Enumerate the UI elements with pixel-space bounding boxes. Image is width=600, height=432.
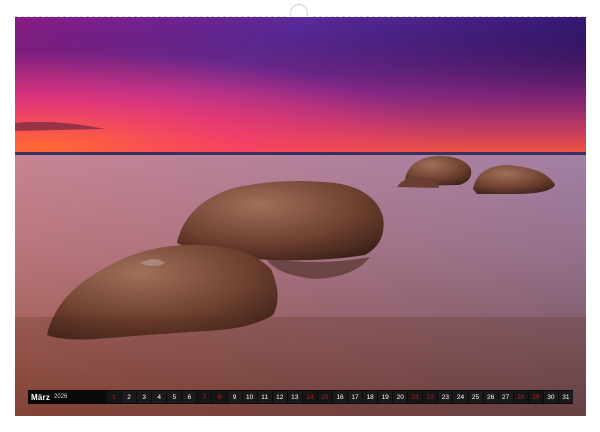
day-cell: 14: [302, 391, 317, 403]
day-cell: 7: [197, 391, 212, 403]
day-cell: 15: [317, 391, 332, 403]
day-number: 10: [245, 393, 254, 401]
day-cell: 27: [498, 391, 513, 403]
day-number: 17: [351, 393, 359, 401]
day-cell: 25: [468, 391, 483, 403]
day-cell: 16: [332, 391, 347, 403]
day-number: 1: [112, 393, 116, 401]
day-number: 14: [306, 393, 314, 401]
calendar-strip: März 2026 1 2 3 4 5 6 7 8 9 10 11 12 13 14 15 16 17 18 19 2…: [28, 390, 573, 404]
day-cell: 29: [528, 391, 543, 403]
day-cell: 30: [543, 391, 558, 403]
day-cell: 4: [152, 391, 167, 403]
day-cell: 1: [107, 391, 122, 403]
calendar-photo: [15, 17, 586, 416]
day-cell: 23: [438, 391, 453, 403]
day-number: 5: [172, 393, 177, 401]
day-cell: 22: [423, 391, 438, 403]
day-cell: 31: [558, 391, 573, 403]
day-cell: 20: [393, 391, 408, 403]
day-number: 20: [396, 393, 404, 401]
day-cell: 6: [182, 391, 197, 403]
day-cell: 28: [513, 391, 528, 403]
day-number: 4: [157, 393, 162, 401]
day-number: 22: [426, 393, 434, 401]
day-cell: 11: [257, 391, 272, 403]
day-cell: 8: [212, 391, 227, 403]
day-cells: 1 2 3 4 5 6 7 8 9 10 11 12 13 14 15 16 17 18 19 20 21 22 23 24 2…: [107, 391, 573, 403]
day-cell: 5: [167, 391, 182, 403]
day-number: 18: [366, 393, 374, 401]
day-cell: 19: [378, 391, 393, 403]
day-number: 29: [532, 393, 540, 401]
day-cell: 18: [363, 391, 378, 403]
day-cell: 26: [483, 391, 498, 403]
day-cell: 10: [242, 391, 257, 403]
day-number: 30: [547, 393, 555, 401]
day-cell: 21: [408, 391, 423, 403]
seascape-image: [15, 17, 586, 416]
day-number: 8: [217, 393, 222, 401]
day-cell: 2: [122, 391, 137, 403]
day-number: 11: [261, 393, 269, 401]
day-number: 12: [276, 393, 284, 401]
day-number: 9: [232, 393, 237, 401]
day-cell: 3: [137, 391, 152, 403]
day-number: 26: [486, 393, 495, 401]
day-cell: 12: [272, 391, 287, 403]
day-number: 16: [336, 393, 344, 401]
day-number: 31: [562, 393, 570, 401]
day-cell: 13: [287, 391, 302, 403]
month-name: März: [31, 392, 51, 402]
day-number: 15: [321, 393, 329, 401]
day-number: 7: [202, 393, 207, 401]
month-label: März 2026: [29, 391, 107, 403]
day-number: 19: [381, 393, 389, 401]
day-number: 23: [441, 393, 450, 401]
day-number: 27: [502, 393, 510, 401]
day-number: 2: [127, 393, 131, 401]
day-number: 28: [517, 393, 525, 401]
year-label: 2026: [54, 394, 68, 400]
day-number: 21: [411, 393, 419, 401]
day-cell: 24: [453, 391, 468, 403]
day-number: 24: [456, 393, 465, 401]
day-number: 25: [471, 393, 480, 401]
day-number: 13: [291, 393, 299, 401]
day-cell: 9: [227, 391, 242, 403]
day-cell: 17: [348, 391, 363, 403]
day-number: 6: [187, 393, 192, 401]
day-number: 3: [142, 393, 146, 401]
